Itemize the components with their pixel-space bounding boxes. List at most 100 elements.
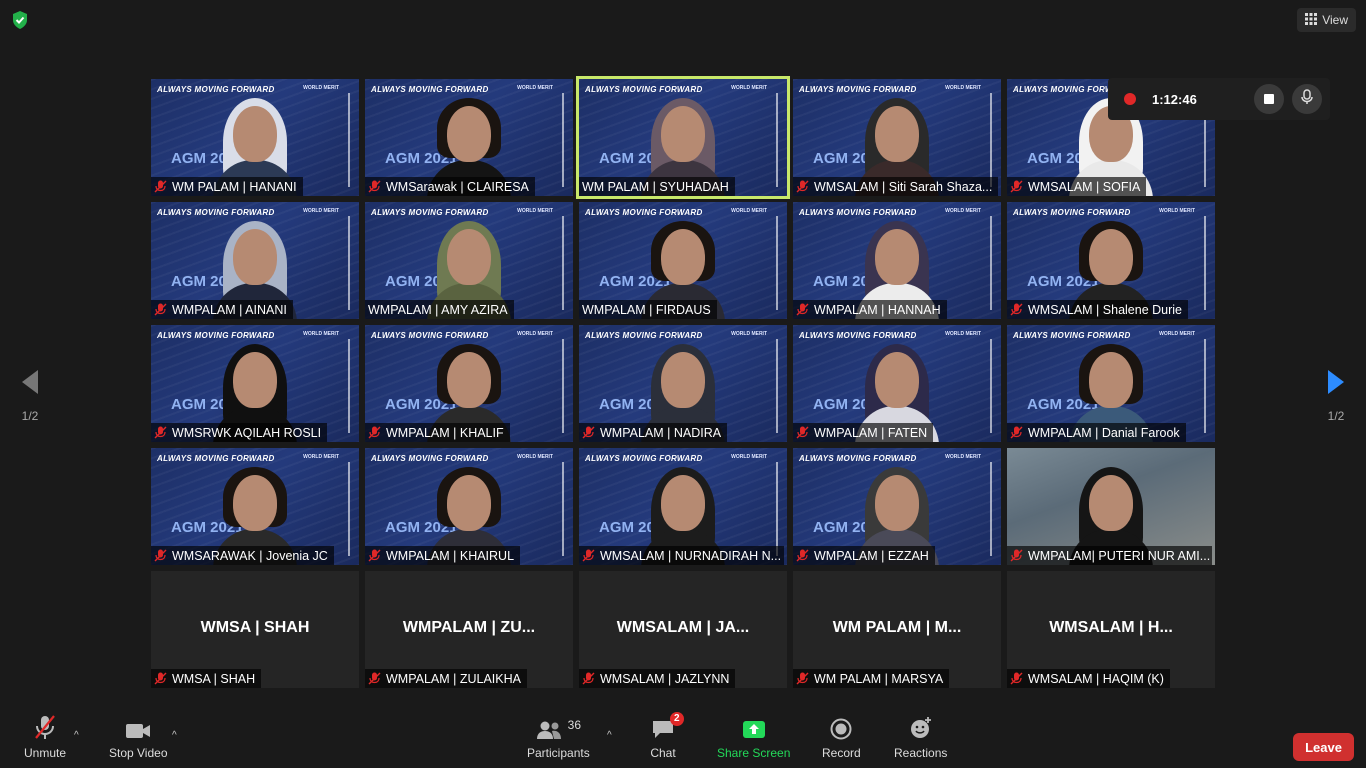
face [233, 352, 277, 408]
tile-logo: WORLD MERIT [517, 454, 553, 460]
participant-name: WMSALAM | Siti Sarah Shaza... [814, 179, 993, 194]
background-line [990, 462, 992, 556]
background-line [562, 462, 564, 556]
video-tile[interactable]: ALWAYS MOVING FORWARDWORLD MERITAGM 2021… [151, 325, 359, 442]
video-tile[interactable]: ALWAYS MOVING FORWARDWORLD MERITAGM 2021… [579, 448, 787, 565]
reactions-button[interactable]: Reactions [894, 712, 947, 760]
tile-banner: ALWAYS MOVING FORWARD [799, 208, 917, 217]
video-tile[interactable]: ALWAYS MOVING FORWARDWORLD MERITAGM 2021… [576, 76, 790, 199]
share-screen-button[interactable]: Share Screen [717, 712, 790, 760]
participant-name-bar: WMPALAM | KHAIRUL [365, 546, 521, 565]
muted-mic-icon [1010, 549, 1023, 562]
share-screen-icon [742, 712, 766, 740]
tile-logo: WORLD MERIT [731, 331, 767, 337]
face [1089, 352, 1133, 408]
video-tile[interactable]: ALWAYS MOVING FORWARDWORLD MERITAGM 2021… [793, 79, 1001, 196]
video-tile[interactable]: ALWAYS MOVING FORWARDWORLD MERITAGM 2021… [1007, 325, 1215, 442]
video-tile[interactable]: ALWAYS MOVING FORWARDWORLD MERITAGM 2021… [579, 325, 787, 442]
participants-button[interactable]: 36 Participants [527, 712, 590, 760]
chat-badge: 2 [670, 712, 684, 726]
next-page-button[interactable]: 1/2 [1321, 368, 1351, 423]
video-tile[interactable]: ALWAYS MOVING FORWARDWORLD MERITAGM 2021… [579, 202, 787, 319]
tile-banner: ALWAYS MOVING FORWARD [799, 454, 917, 463]
stop-recording-button[interactable] [1254, 84, 1284, 114]
tile-logo: WORLD MERIT [517, 331, 553, 337]
face [661, 352, 705, 408]
participant-display-name: WM PALAM | M... [832, 619, 962, 636]
video-tile[interactable]: ALWAYS MOVING FORWARDWORLD MERITAGM 2021… [793, 448, 1001, 565]
video-tile[interactable]: ALWAYS MOVING FORWARDWORLD MERITAGM 2021… [151, 79, 359, 196]
video-tile[interactable]: ALWAYS MOVING FORWARDWORLD MERITAGM 2021… [151, 202, 359, 319]
muted-mic-icon [368, 426, 381, 439]
audio-options-caret[interactable]: ^ [74, 730, 79, 741]
participant-name-bar: WMPALAM | AMY AZIRA [365, 300, 514, 319]
video-tile-off[interactable]: WMPALAM | ZU... WMPALAM | ZULAIKHA [365, 571, 573, 688]
page-indicator-left: 1/2 [21, 409, 39, 423]
video-tile[interactable]: ALWAYS MOVING FORWARDWORLD MERITAGM 2021… [365, 325, 573, 442]
participant-name-bar: WMPALAM | AINANI [151, 300, 293, 319]
participant-name: WMSA | SHAH [172, 671, 256, 686]
unmute-button[interactable]: Unmute [24, 712, 66, 760]
video-tile[interactable]: ALWAYS MOVING FORWARDWORLD MERITAGM 2021… [365, 202, 573, 319]
participants-icon: 36 [536, 712, 581, 740]
video-tile[interactable]: ALWAYS MOVING FORWARDWORLD MERITAGM 2021… [151, 448, 359, 565]
muted-mic-icon [154, 549, 167, 562]
video-options-caret[interactable]: ^ [172, 730, 177, 741]
video-tile[interactable]: ALWAYS MOVING FORWARDWORLD MERITAGM 2021… [793, 202, 1001, 319]
tile-logo: WORLD MERIT [303, 331, 339, 337]
tile-logo: WORLD MERIT [1159, 331, 1195, 337]
prev-page-button[interactable]: 1/2 [15, 368, 45, 423]
muted-mic-icon [1010, 672, 1023, 685]
face [875, 475, 919, 531]
video-tile[interactable]: ALWAYS MOVING FORWARDWORLD MERITAGM 2021… [793, 325, 1001, 442]
record-button[interactable]: Record [822, 712, 861, 760]
participant-name: WMPALAM | AMY AZIRA [368, 302, 508, 317]
participant-name-bar: WMSALAM | Shalene Durie [1007, 300, 1188, 319]
video-tile-off[interactable]: WMSALAM | JA... WMSALAM | JAZLYNN [579, 571, 787, 688]
record-icon [830, 712, 852, 740]
tile-banner: ALWAYS MOVING FORWARD [799, 85, 917, 94]
background-line [562, 216, 564, 310]
participant-display-name: WMSA | SHAH [200, 619, 310, 636]
stop-video-button[interactable]: Stop Video [109, 712, 168, 760]
video-tile-off[interactable]: WMSA | SHAH WMSA | SHAH [151, 571, 359, 688]
face [875, 352, 919, 408]
security-shield-icon[interactable] [10, 10, 30, 30]
chat-button[interactable]: 2 Chat [650, 712, 684, 760]
background-line [562, 339, 564, 433]
tile-logo: WORLD MERIT [303, 454, 339, 460]
tile-banner: ALWAYS MOVING FORWARD [157, 454, 275, 463]
participant-name: WMSALAM | HAQIM (K) [1028, 671, 1164, 686]
tile-banner: ALWAYS MOVING FORWARD [371, 454, 489, 463]
view-button[interactable]: View [1297, 8, 1356, 32]
participant-name-bar: WMPALAM | NADIRA [579, 423, 728, 442]
face [447, 475, 491, 531]
background-line [348, 339, 350, 433]
video-tile[interactable]: ALWAYS MOVING FORWARDWORLD MERITAGM 2021… [1007, 202, 1215, 319]
tile-logo: WORLD MERIT [731, 85, 767, 91]
stop-icon [1264, 94, 1274, 104]
recording-mic-button[interactable] [1292, 84, 1322, 114]
tile-logo: WORLD MERIT [731, 454, 767, 460]
participant-name-bar: WMSarawak | CLAIRESA [365, 177, 535, 196]
participant-name: WMPALAM | Danial Farook [1028, 425, 1180, 440]
video-tile[interactable]: ALWAYS MOVING FORWARDWORLD MERITAGM 2021… [365, 79, 573, 196]
reactions-icon [909, 712, 933, 740]
leave-button[interactable]: Leave [1293, 733, 1354, 761]
background-line [990, 339, 992, 433]
face [233, 475, 277, 531]
video-tile-off[interactable]: WMSALAM | H... WMSALAM | HAQIM (K) [1007, 571, 1215, 688]
tile-banner: ALWAYS MOVING FORWARD [585, 85, 703, 94]
participant-name: WMPALAM | FATEN [814, 425, 928, 440]
tile-banner: ALWAYS MOVING FORWARD [585, 208, 703, 217]
video-tile-off[interactable]: WM PALAM | M... WM PALAM | MARSYA [793, 571, 1001, 688]
arrow-left-icon [20, 370, 40, 400]
video-tile[interactable]: ALWAYS MOVING FORWARDWORLD MERITAGM 2021… [365, 448, 573, 565]
background-line [562, 93, 564, 187]
participant-name: WMSARAWAK | Jovenia JC [172, 548, 328, 563]
tile-banner: ALWAYS MOVING FORWARD [371, 208, 489, 217]
participants-options-caret[interactable]: ^ [607, 730, 612, 741]
video-tile[interactable]: WMPALAM| PUTERI NUR AMI... [1007, 448, 1215, 565]
participant-name: WMSRWK AQILAH ROSLI [172, 425, 322, 440]
participant-name-bar: WMPALAM | EZZAH [793, 546, 935, 565]
